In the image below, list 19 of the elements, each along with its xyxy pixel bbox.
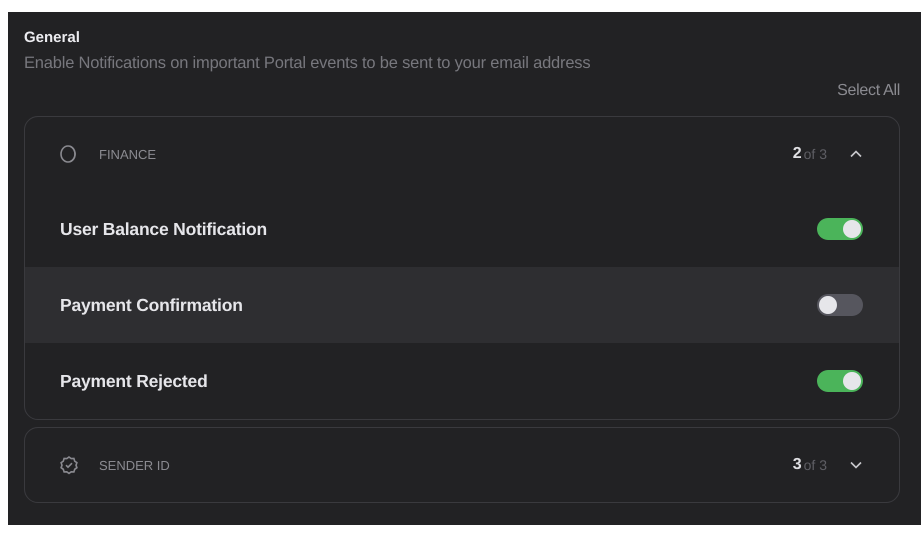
notification-label: User Balance Notification xyxy=(60,218,268,240)
chevron-down-icon[interactable] xyxy=(849,460,863,470)
coin-icon xyxy=(59,144,79,164)
verified-badge-icon xyxy=(59,455,79,475)
toggle-switch[interactable] xyxy=(817,218,863,240)
notification-label: Payment Rejected xyxy=(60,370,209,392)
select-all-link[interactable]: Select All xyxy=(837,82,900,100)
enabled-count: 2 xyxy=(792,145,802,163)
toggle-switch[interactable] xyxy=(817,294,863,316)
total-count: of 3 xyxy=(804,146,827,162)
group-title: SENDER ID xyxy=(99,458,171,472)
section-description: Enable Notifications on important Portal events to be sent to your email address xyxy=(24,54,592,73)
notification-label: Payment Confirmation xyxy=(60,294,244,316)
section-title: General xyxy=(24,29,81,46)
group-title: FINANCE xyxy=(99,146,158,162)
total-count: of 3 xyxy=(804,457,827,473)
enabled-count: 3 xyxy=(792,456,802,474)
chevron-up-icon[interactable] xyxy=(849,149,863,159)
toggle-switch[interactable] xyxy=(817,370,863,392)
